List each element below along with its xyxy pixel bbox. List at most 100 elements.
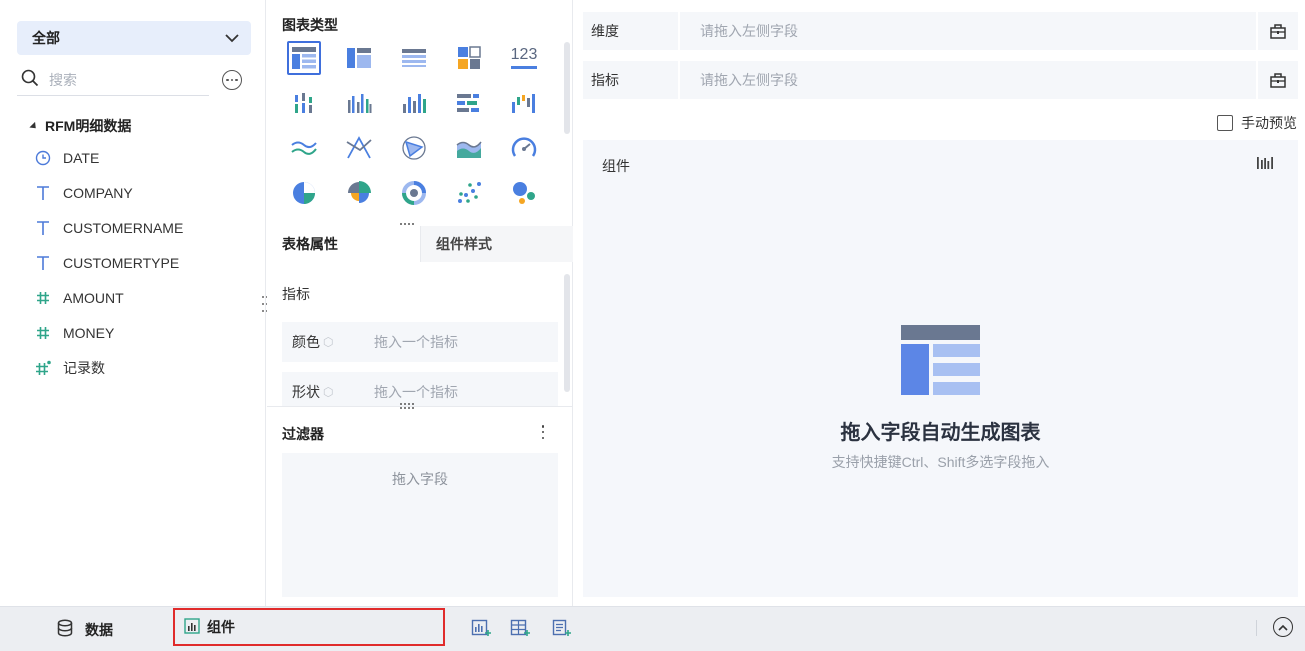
dimension-label: 维度 (583, 12, 678, 50)
chart-type-scrollbar[interactable] (564, 42, 570, 134)
collapse-panel-icon[interactable] (1273, 617, 1293, 637)
field-search (17, 64, 209, 96)
text-type-icon (35, 185, 51, 201)
field-name: 记录数 (63, 360, 105, 376)
resize-grip-icon[interactable] (397, 402, 417, 410)
measure-slot: 指标 请拖入左侧字段 (583, 61, 1298, 99)
gauge-chart-icon (511, 137, 537, 157)
search-input[interactable] (49, 71, 199, 88)
field-name: CUSTOMERTYPE (63, 255, 180, 271)
table-chart-icon (292, 47, 316, 69)
chart-type-radar-line[interactable] (342, 131, 376, 165)
chart-type-gauge[interactable] (507, 131, 541, 165)
manual-preview-toggle[interactable]: 手动预览 (1217, 113, 1297, 133)
clock-icon (35, 150, 51, 166)
add-text-icon[interactable] (551, 618, 571, 638)
chart-type-area[interactable] (452, 131, 486, 165)
chart-type-bar[interactable] (452, 86, 486, 120)
preview-panel: 维度 请拖入左侧字段 指标 请拖入左侧字段 手动预览 组件 拖入字段自动生成图表… (574, 0, 1305, 606)
chart-type-table[interactable] (287, 41, 321, 75)
dimension-settings-button[interactable] (1258, 12, 1298, 50)
chart-type-detail-table[interactable] (397, 41, 431, 75)
chart-component-icon (184, 617, 200, 637)
measure-dropzone[interactable]: 请拖入左侧字段 (680, 61, 1256, 99)
dropdown-label: 全部 (32, 30, 60, 46)
divider (267, 406, 573, 407)
chart-type-multi-column[interactable] (397, 86, 431, 120)
chart-type-kpi-number[interactable]: 123 (507, 41, 541, 75)
chart-type-cross-table[interactable] (342, 41, 376, 75)
field-name: COMPANY (63, 185, 133, 201)
bubble-chart-icon (513, 182, 535, 204)
line-chart-icon (291, 141, 317, 155)
properties-scrollbar[interactable] (564, 274, 570, 392)
component-canvas: 组件 拖入字段自动生成图表 支持快捷键Ctrl、Shift多选字段拖入 (583, 140, 1298, 597)
dataset-name: RFM明细数据 (45, 118, 132, 134)
chart-type-heat-grid[interactable] (452, 41, 486, 75)
hash-calc-icon (35, 360, 51, 376)
chevron-down-icon (225, 30, 239, 46)
chart-type-pie[interactable] (287, 176, 321, 210)
chart-type-column[interactable] (342, 86, 376, 120)
chart-type-donut[interactable] (397, 176, 431, 210)
empty-state-title: 拖入字段自动生成图表 (840, 422, 1041, 444)
add-table-icon[interactable] (510, 618, 530, 638)
bottom-bar: 数据 组件 (0, 606, 1305, 651)
dimension-dropzone[interactable]: 请拖入左侧字段 (680, 12, 1256, 50)
field-item[interactable]: 记录数 (35, 358, 105, 378)
database-icon (57, 619, 73, 640)
pie-chart-icon (293, 182, 315, 204)
app-root: 全部 RFM明细数据 DATE COMPANY (0, 0, 1305, 651)
dimension-slot: 维度 请拖入左侧字段 (583, 12, 1298, 50)
measure-settings-button[interactable] (1258, 61, 1298, 99)
dataset-node[interactable]: RFM明细数据 (29, 116, 132, 136)
chart-settings-icon[interactable] (1256, 155, 1274, 174)
field-name: CUSTOMERNAME (63, 220, 184, 236)
more-options-icon[interactable] (222, 70, 242, 90)
settings-hex-icon[interactable]: ⬡ (323, 336, 335, 348)
cross-table-icon (347, 48, 371, 68)
settings-hex-icon[interactable]: ⬡ (323, 386, 335, 398)
property-placeholder: 拖入一个指标 (374, 334, 458, 350)
filter-more-icon[interactable] (539, 425, 547, 439)
data-tab[interactable]: 数据 (57, 619, 113, 640)
text-type-icon (35, 255, 51, 271)
manual-preview-checkbox[interactable] (1217, 115, 1233, 131)
chart-type-line[interactable] (287, 131, 321, 165)
field-item[interactable]: COMPANY (35, 183, 133, 203)
manual-preview-label: 手动预览 (1241, 115, 1297, 131)
shape-property-dropzone[interactable]: 形状 ⬡ 拖入一个指标 (282, 372, 558, 406)
collapse-triangle-icon[interactable] (29, 121, 39, 131)
divider (1256, 620, 1257, 636)
field-name: AMOUNT (63, 290, 124, 306)
kpi-number-icon: 123 (510, 47, 537, 69)
component-tab-label: 组件 (207, 619, 235, 635)
indicator-section-label: 指标 (282, 286, 310, 302)
chart-type-waterfall[interactable] (507, 86, 541, 120)
add-component-icon[interactable] (471, 618, 491, 638)
radar-chart-icon (402, 136, 426, 160)
config-panel: 图表类型 123 表格属性 组件样式 指标 颜色 ⬡ 拖入一个指标 形状 ⬡ 拖… (267, 0, 573, 606)
hash-icon (35, 290, 51, 306)
chart-type-bubble[interactable] (507, 176, 541, 210)
dataset-filter-dropdown[interactable]: 全部 (17, 21, 251, 55)
field-item[interactable]: AMOUNT (35, 288, 124, 308)
field-item[interactable]: MONEY (35, 323, 114, 343)
field-item[interactable]: DATE (35, 148, 99, 168)
chart-type-scatter[interactable] (452, 176, 486, 210)
field-item[interactable]: CUSTOMERNAME (35, 218, 183, 238)
heat-grid-icon (458, 46, 481, 69)
chart-type-grouped-column[interactable] (287, 86, 321, 120)
filter-title: 过滤器 (282, 426, 324, 442)
component-tab[interactable]: 组件 (173, 608, 445, 646)
search-icon (21, 69, 39, 90)
property-placeholder: 拖入一个指标 (374, 384, 458, 400)
tab-component-style[interactable]: 组件样式 (421, 226, 573, 262)
chart-type-rose[interactable] (342, 176, 376, 210)
filter-dropzone[interactable]: 拖入字段 (282, 453, 558, 597)
tab-table-properties[interactable]: 表格属性 (267, 226, 421, 262)
data-panel: 全部 RFM明细数据 DATE COMPANY (0, 0, 268, 606)
field-item[interactable]: CUSTOMERTYPE (35, 253, 179, 273)
chart-type-radar[interactable] (397, 131, 431, 165)
color-property-dropzone[interactable]: 颜色 ⬡ 拖入一个指标 (282, 322, 558, 362)
